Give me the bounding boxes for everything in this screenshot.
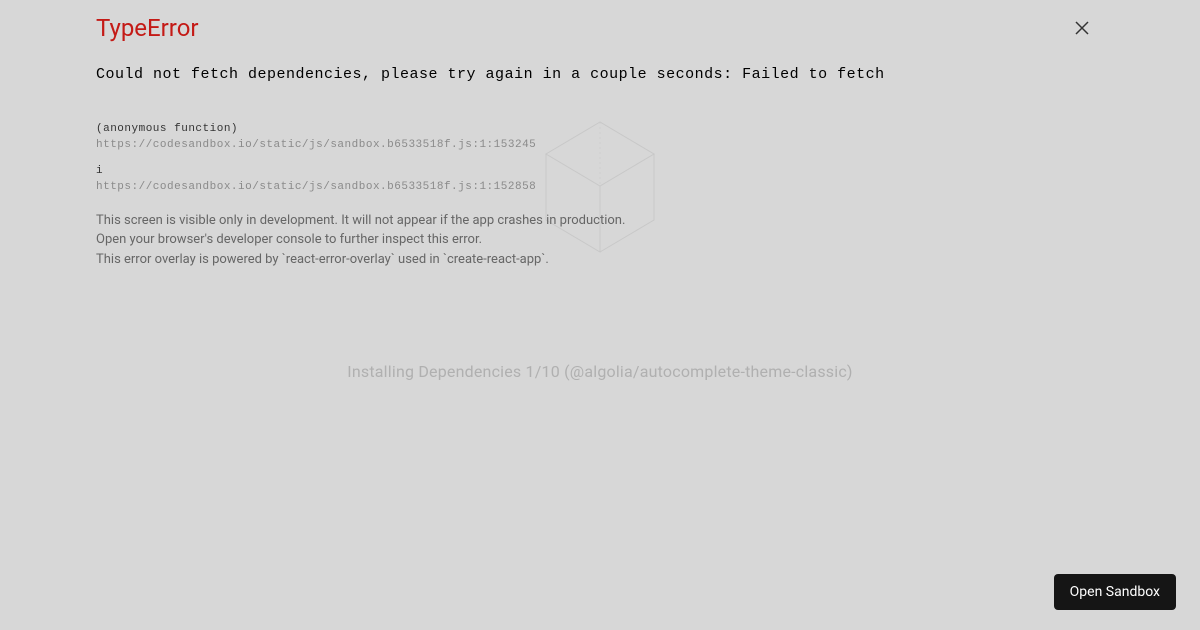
- close-button[interactable]: [1072, 18, 1092, 38]
- error-overlay: TypeError Could not fetch dependencies, …: [0, 0, 1200, 269]
- stack-fn-name: i: [96, 165, 1104, 177]
- info-line: Open your browser's developer console to…: [96, 230, 1104, 250]
- error-title: TypeError: [96, 14, 1104, 42]
- stack-fn-url: https://codesandbox.io/static/js/sandbox…: [96, 139, 1104, 151]
- error-message: Could not fetch dependencies, please try…: [96, 64, 1104, 87]
- loading-status: Installing Dependencies 1/10 (@algolia/a…: [0, 362, 1200, 381]
- stack-frame: i https://codesandbox.io/static/js/sandb…: [96, 165, 1104, 193]
- open-sandbox-button[interactable]: Open Sandbox: [1054, 574, 1176, 610]
- stack-fn-name: (anonymous function): [96, 123, 1104, 135]
- overlay-info: This screen is visible only in developme…: [96, 211, 1104, 270]
- stack-fn-url: https://codesandbox.io/static/js/sandbox…: [96, 181, 1104, 193]
- stack-frame: (anonymous function) https://codesandbox…: [96, 123, 1104, 151]
- close-icon: [1075, 21, 1089, 35]
- info-line: This screen is visible only in developme…: [96, 211, 1104, 231]
- info-line: This error overlay is powered by `react-…: [96, 250, 1104, 270]
